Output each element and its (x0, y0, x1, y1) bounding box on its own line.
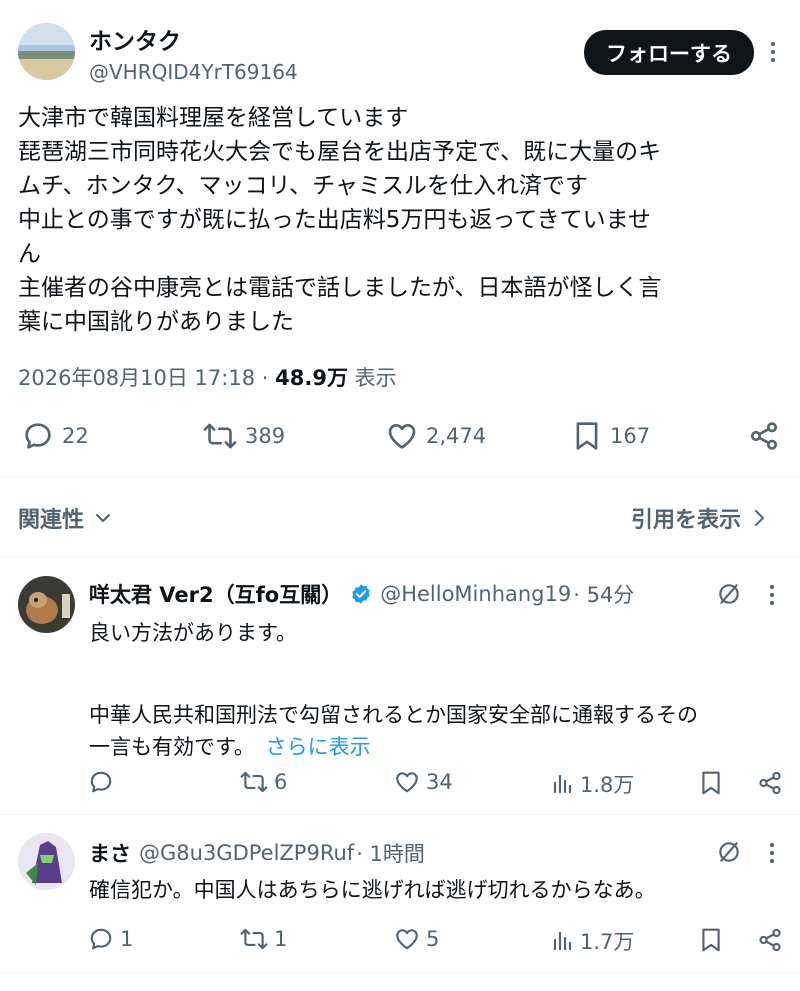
reply-line-last: 一言も有効です。 さらに表示 (89, 731, 789, 763)
reply-line: 中華人民共和国刑法で勾留されるとか国家安全部に通報するその (89, 703, 698, 727)
reply-line: 一言も有効です。 (89, 735, 255, 759)
retweet-count: 6 (274, 770, 288, 794)
like-icon (388, 424, 416, 449)
reply-count: 1 (120, 927, 134, 951)
bookmark-button[interactable]: 167 (574, 420, 650, 452)
reply-time[interactable]: · 54分 (573, 579, 634, 609)
reply-handle[interactable]: @G8u3GDPelZP9Ruf (139, 841, 354, 865)
tweet-line: 大津市で韓国料理屋を経営しています (18, 105, 409, 131)
share-icon (750, 422, 778, 450)
divider (0, 476, 800, 477)
views-count: 1.8万 (580, 773, 635, 797)
relevance-dropdown[interactable]: 関連性 (18, 502, 112, 534)
more-icon[interactable] (768, 843, 776, 863)
tweet-line: ん (18, 241, 41, 267)
reply-reply-button[interactable] (88, 769, 120, 795)
views-label: 表示 (354, 366, 397, 390)
reply-count: 22 (62, 424, 89, 448)
reply-button[interactable]: 22 (22, 420, 89, 452)
like-button[interactable]: 2,474 (386, 420, 486, 452)
reply-line: 良い方法があります。 (89, 621, 297, 645)
reply-body: 良い方法があります。 中華人民共和国刑法で勾留されるとか国家安全部に通報するその… (89, 617, 789, 763)
share-icon[interactable] (757, 927, 783, 953)
bookmark-count: 167 (610, 424, 651, 448)
reply-views-button[interactable]: 1.7万 (550, 926, 634, 956)
chevron-right-icon (755, 510, 765, 526)
retweet-icon (240, 771, 268, 793)
reply-line: 確信犯か。中国人はあちらに逃げれば逃げ切れるからなあ。 (89, 878, 656, 902)
grok-icon[interactable] (716, 581, 742, 607)
tweet-line: ムチ、ホンタク、マッコリ、チャミスルを仕入れ済です (18, 173, 588, 199)
tweet-line: 葉に中国訛りがありました (18, 309, 294, 335)
reply-reply-button[interactable]: 1 (88, 926, 133, 952)
divider (0, 556, 800, 557)
views-count: 48.9万 (275, 366, 348, 390)
tweet-line: 主催者の谷中康亮とは電話で話しましたが、日本語が怪しく言 (18, 275, 662, 301)
relevance-label: 関連性 (18, 508, 85, 533)
views-count: 1.7万 (580, 930, 635, 954)
tweet-line: 琵琶湖三市同時花火大会でも屋台を出店予定で、既に大量のキ (18, 139, 662, 165)
reply-author-name[interactable]: まさ (89, 838, 131, 868)
like-count: 5 (426, 927, 440, 951)
tweet-line: 中止との事ですが既に払った出店料5万円も返ってきていませ (18, 207, 651, 233)
more-icon[interactable] (768, 585, 776, 605)
bookmark-icon[interactable] (700, 770, 722, 796)
reply-like-button[interactable]: 5 (394, 926, 439, 952)
share-icon[interactable] (757, 770, 783, 796)
reply-like-button[interactable]: 34 (394, 769, 453, 795)
timestamp[interactable]: 2026年08月10日 17:18 (18, 366, 255, 390)
retweet-icon (240, 928, 268, 950)
like-icon (396, 929, 418, 950)
tweet-body: 大津市で韓国料理屋を経営しています 琵琶湖三市同時花火大会でも屋台を出店予定で、… (18, 101, 788, 339)
follow-button[interactable]: フォローする (584, 30, 754, 75)
reply-line (89, 649, 789, 681)
verified-badge-icon (352, 584, 370, 604)
retweet-button[interactable]: 389 (203, 420, 285, 452)
like-count: 2,474 (426, 424, 487, 448)
author-name[interactable]: ホンタク (89, 22, 181, 56)
tweet-meta: 2026年08月10日 17:18 · 48.9万 表示 (18, 362, 397, 392)
retweet-count: 389 (245, 424, 286, 448)
reply-body: 確信犯か。中国人はあちらに逃げれば逃げ切れるからなあ。 (89, 874, 789, 906)
grok-icon[interactable] (716, 839, 742, 865)
chevron-down-icon (96, 514, 111, 522)
reply-views-button[interactable]: 1.8万 (550, 769, 634, 799)
divider (0, 814, 800, 815)
meta-separator: · (261, 366, 269, 390)
view-quotes-link[interactable]: 引用を表示 (631, 502, 767, 534)
views-icon (553, 931, 572, 951)
reply-header: 咩太君 Ver2（互fo互關） @HelloMinhang19 · 54分 (89, 579, 634, 609)
views-icon (553, 774, 572, 794)
reply-handle[interactable]: @HelloMinhang19 (380, 582, 571, 606)
reply-header: まさ @G8u3GDPelZP9Ruf · 1時間 (89, 838, 425, 868)
reply-icon (25, 423, 51, 449)
divider (0, 972, 800, 973)
reply-avatar[interactable] (18, 833, 75, 890)
retweet-icon (203, 423, 237, 449)
bookmark-icon (576, 422, 598, 450)
author-avatar[interactable] (18, 23, 75, 80)
share-button[interactable] (748, 420, 780, 452)
bookmark-icon[interactable] (700, 927, 722, 953)
more-icon[interactable] (769, 42, 777, 62)
view-quotes-label: 引用を表示 (631, 508, 742, 533)
like-count: 34 (426, 770, 453, 794)
reply-retweet-button[interactable]: 6 (240, 769, 287, 795)
retweet-count: 1 (274, 927, 288, 951)
reply-avatar[interactable] (18, 576, 75, 633)
reply-author-name[interactable]: 咩太君 Ver2（互fo互關） (89, 579, 342, 609)
show-more-link[interactable]: さらに表示 (266, 735, 371, 759)
like-icon (396, 772, 418, 793)
author-handle[interactable]: @VHRQID4YrT69164 (89, 60, 298, 84)
reply-retweet-button[interactable]: 1 (240, 926, 287, 952)
reply-icon (90, 771, 112, 793)
reply-icon (90, 928, 112, 950)
reply-time[interactable]: · 1時間 (356, 838, 425, 868)
